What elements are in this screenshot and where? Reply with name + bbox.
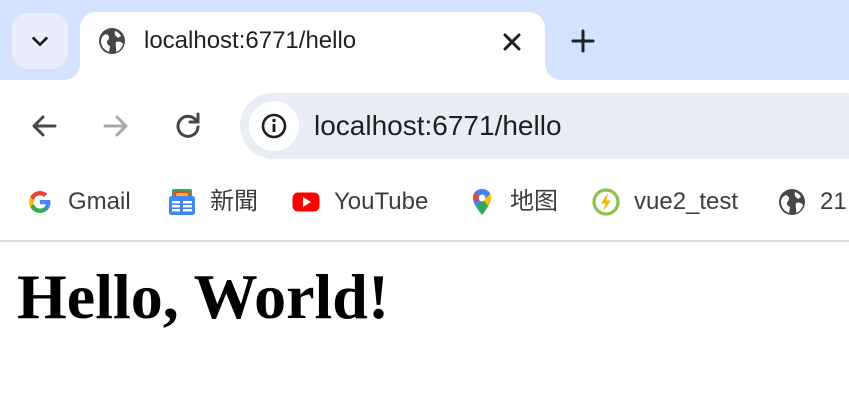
vue-bolt-icon: [592, 188, 620, 216]
close-icon[interactable]: [498, 28, 526, 56]
address-bar[interactable]: localhost:6771/hello: [240, 93, 849, 159]
tab-title: localhost:6771/hello: [144, 27, 357, 54]
bookmark-label: YouTube: [334, 188, 429, 215]
youtube-icon: [292, 192, 320, 212]
site-info-button[interactable]: [249, 101, 299, 151]
page-content: Hello, World!: [0, 242, 849, 405]
tab-search-button[interactable]: [12, 13, 68, 69]
gmail-icon: [29, 191, 51, 213]
globe-icon: [99, 28, 125, 54]
bookmark-news[interactable]: 新聞: [168, 186, 258, 218]
tab-strip: localhost:6771/hello: [0, 0, 849, 80]
toolbar: localhost:6771/hello: [0, 80, 849, 172]
url-text[interactable]: localhost:6771/hello: [314, 110, 562, 142]
bookmark-label: 21: [820, 188, 847, 215]
bookmark-label: 新聞: [210, 188, 258, 215]
chevron-down-icon: [32, 36, 48, 47]
bookmark-vue2-test[interactable]: vue2_test: [592, 186, 738, 218]
new-tab-button[interactable]: [568, 26, 598, 56]
bookmark-maps[interactable]: 地图: [468, 186, 558, 218]
back-button[interactable]: [28, 110, 60, 142]
bookmark-gmail[interactable]: Gmail: [26, 186, 131, 218]
bookmark-label: Gmail: [68, 188, 131, 215]
bookmark-label: 地图: [510, 188, 558, 215]
info-icon: [261, 113, 287, 139]
bookmark-youtube[interactable]: YouTube: [292, 186, 428, 218]
reload-button[interactable]: [172, 110, 204, 142]
bookmark-label: vue2_test: [634, 188, 739, 215]
bookmark-21[interactable]: 21: [778, 186, 847, 218]
page-heading: Hello, World!: [17, 261, 390, 332]
bookmarks-bar: Gmail 新聞 YouTube 地图 vue2_test 21: [0, 172, 849, 240]
google-maps-icon: [473, 189, 491, 215]
google-news-icon: [169, 189, 195, 215]
active-tab[interactable]: localhost:6771/hello: [80, 12, 545, 80]
forward-button[interactable]: [100, 110, 132, 142]
globe-icon: [779, 189, 805, 215]
